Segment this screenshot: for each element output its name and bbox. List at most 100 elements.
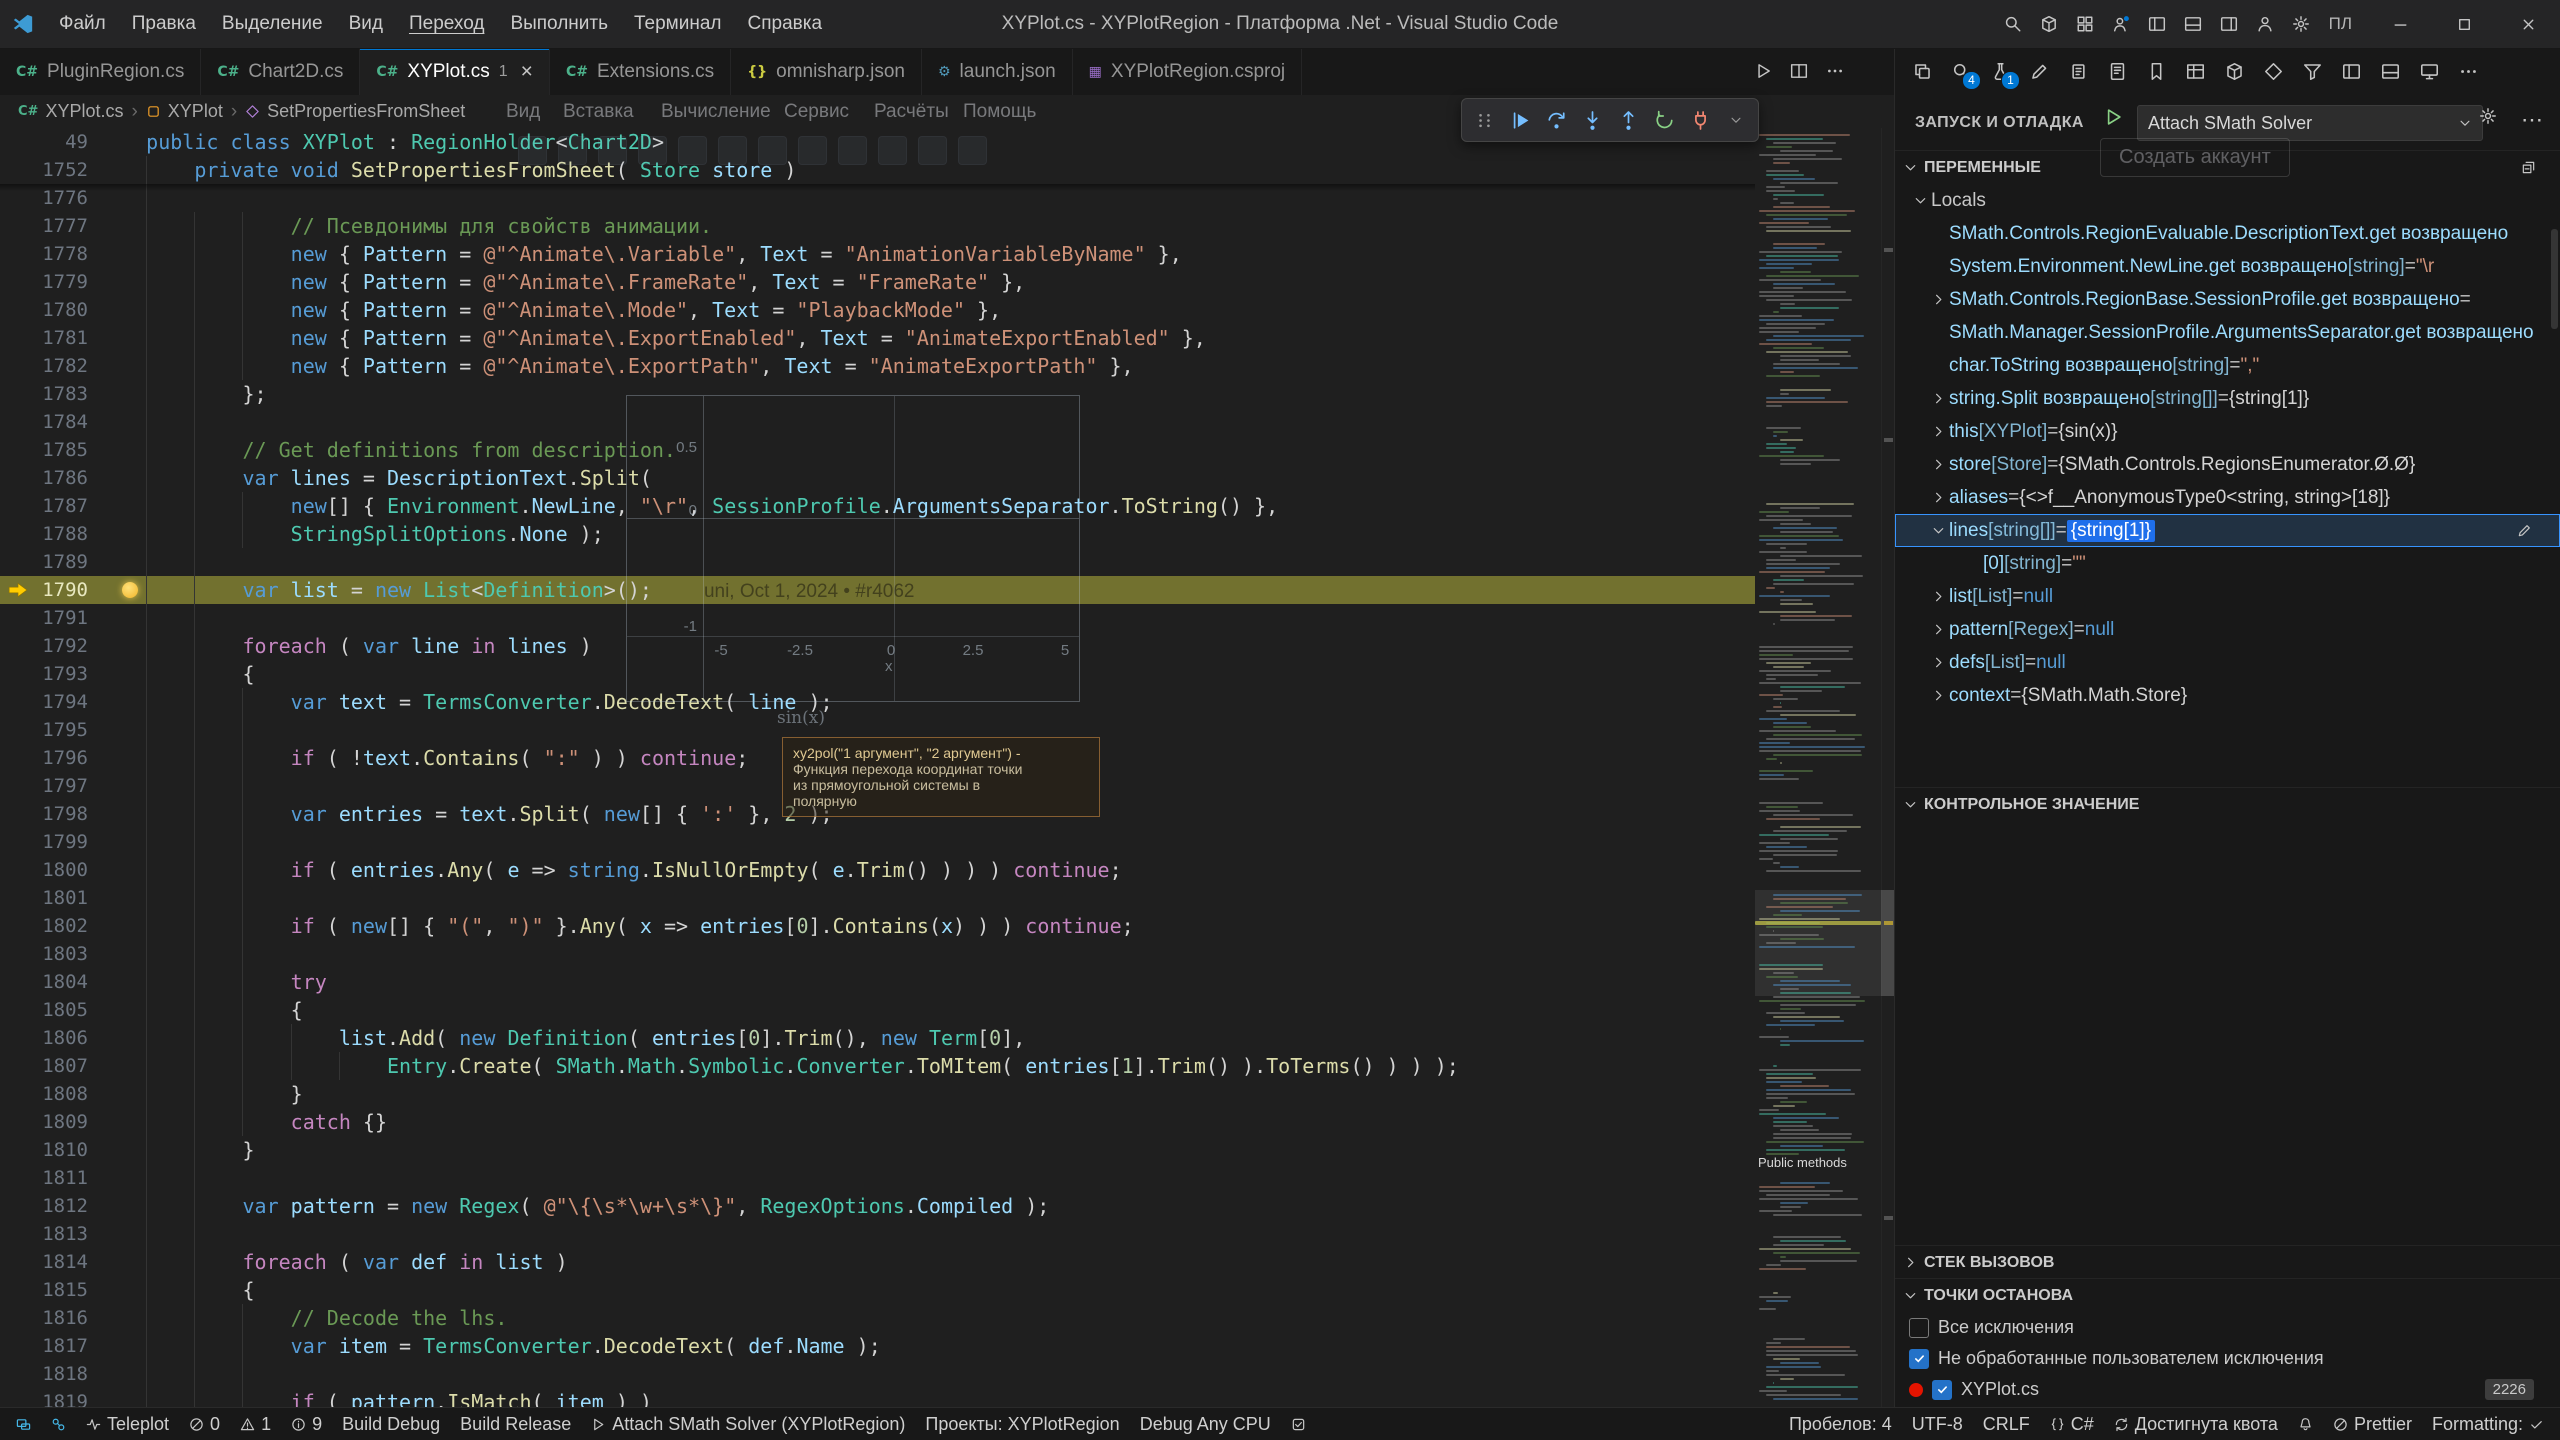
toggle-panel-icon[interactable] xyxy=(2177,8,2209,40)
code-line-1787[interactable]: 1787 new[] { Environment.NewLine, "\r", … xyxy=(0,492,1755,520)
restart-button[interactable] xyxy=(1648,104,1680,136)
minimize-button[interactable] xyxy=(2368,0,2432,48)
line-number[interactable]: 1788 xyxy=(0,520,88,548)
code-line-1789[interactable]: 1789 xyxy=(0,548,1755,576)
line-number[interactable]: 1787 xyxy=(0,492,88,520)
line-number[interactable]: 1800 xyxy=(0,856,88,884)
configure-gear-icon[interactable] xyxy=(2479,107,2497,125)
status-warnings-count[interactable]: 1 xyxy=(230,1408,281,1440)
editor-actions-more-button[interactable] xyxy=(1818,54,1852,88)
activity-edit[interactable] xyxy=(2022,55,2056,89)
line-number[interactable]: 1793 xyxy=(0,660,88,688)
code-line-1803[interactable]: 1803 xyxy=(0,940,1755,968)
minimap[interactable]: Public methods xyxy=(1755,128,1881,1408)
variable-row-12[interactable]: pattern [Regex] = null xyxy=(1895,613,2560,646)
variable-row-0[interactable]: SMath.Controls.RegionEvaluable.Descripti… xyxy=(1895,217,2560,250)
tab-XYPlot.cs[interactable]: C#XYPlot.cs1× xyxy=(360,48,550,95)
code-line-1810[interactable]: 1810 } xyxy=(0,1136,1755,1164)
line-number[interactable]: 1798 xyxy=(0,800,88,828)
sidebar-more-button[interactable]: ⋯ xyxy=(2521,107,2543,133)
line-number[interactable]: 1783 xyxy=(0,380,88,408)
status-quota-status[interactable]: Достигнута квота xyxy=(2104,1408,2288,1440)
debug-config-dropdown[interactable]: Attach SMath Solver xyxy=(2137,105,2483,141)
code-line-1807[interactable]: 1807 Entry.Create( SMath.Math.Symbolic.C… xyxy=(0,1052,1755,1080)
step-out-button[interactable] xyxy=(1612,104,1644,136)
code-line-1819[interactable]: 1819 if ( pattern.IsMatch( item ) ) xyxy=(0,1388,1755,1408)
toggle-sidebar-icon[interactable] xyxy=(2141,8,2173,40)
menu-Выполнить[interactable]: Выполнить xyxy=(497,0,621,48)
code-line-1784[interactable]: 1784 xyxy=(0,408,1755,436)
line-number[interactable]: 1817 xyxy=(0,1332,88,1360)
tab-launch.json[interactable]: ⚙launch.json xyxy=(922,48,1073,95)
variable-row-14[interactable]: context = {SMath.Math.Store} xyxy=(1895,679,2560,712)
activity-layout-bottom[interactable] xyxy=(2373,55,2407,89)
code-line-1804[interactable]: 1804 try xyxy=(0,968,1755,996)
status-projects[interactable]: Проекты: XYPlotRegion xyxy=(915,1408,1129,1440)
code-line-1776[interactable]: 1776 xyxy=(0,184,1755,212)
line-number[interactable]: 1799 xyxy=(0,828,88,856)
variable-row-3[interactable]: SMath.Manager.SessionProfile.ArgumentsSe… xyxy=(1895,316,2560,349)
variable-row-1[interactable]: System.Environment.NewLine.get возвращен… xyxy=(1895,250,2560,283)
line-number[interactable]: 49 xyxy=(0,128,88,156)
code-line-1813[interactable]: 1813 xyxy=(0,1220,1755,1248)
status-formatting-status[interactable]: Formatting: xyxy=(2422,1408,2554,1440)
variable-row-4[interactable]: char.ToString возвращено [string] = "," xyxy=(1895,349,2560,382)
lightbulb-icon[interactable] xyxy=(122,582,138,598)
code-line-1816[interactable]: 1816 // Decode the lhs. xyxy=(0,1304,1755,1332)
line-number[interactable]: 1786 xyxy=(0,464,88,492)
breadcrumb-item-SetPropertiesFromSheet[interactable]: SetPropertiesFromSheet xyxy=(245,101,465,122)
search-icon[interactable] xyxy=(1997,8,2029,40)
variable-row-9[interactable]: lines [string[]] = {string[1]} xyxy=(1895,514,2560,547)
section-variables[interactable]: ПЕРЕМЕННЫЕ xyxy=(1895,150,2560,184)
status-indentation[interactable]: Пробелов: 4 xyxy=(1779,1408,1902,1440)
breakpoint-row-0[interactable]: Все исключения xyxy=(1895,1312,2560,1343)
debug-options-dropdown[interactable] xyxy=(1720,104,1752,136)
code-line-1779[interactable]: 1779 new { Pattern = @"^Animate\.FrameRa… xyxy=(0,268,1755,296)
activity-remote-screen[interactable] xyxy=(2412,55,2446,89)
activity-extensions[interactable] xyxy=(2217,55,2251,89)
status-prettier[interactable]: Prettier xyxy=(2323,1408,2422,1440)
line-number[interactable]: 1791 xyxy=(0,604,88,632)
activity-more-views[interactable] xyxy=(2451,55,2485,89)
status-debug-session[interactable]: Attach SMath Solver (XYPlotRegion) xyxy=(581,1408,915,1440)
code-line-1795[interactable]: 1795 xyxy=(0,716,1755,744)
line-number[interactable]: 1797 xyxy=(0,772,88,800)
activity-explorer[interactable] xyxy=(1905,55,1939,89)
line-number[interactable]: 1796 xyxy=(0,744,88,772)
line-number[interactable]: 1804 xyxy=(0,968,88,996)
line-number[interactable]: 1784 xyxy=(0,408,88,436)
status-teleplot[interactable]: Teleplot xyxy=(76,1408,179,1440)
run-button[interactable] xyxy=(1746,54,1780,88)
sidebar-scrollbar[interactable] xyxy=(2551,229,2558,329)
line-number[interactable]: 1806 xyxy=(0,1024,88,1052)
code-line-1808[interactable]: 1808 } xyxy=(0,1080,1755,1108)
continue-button[interactable] xyxy=(1504,104,1536,136)
line-number[interactable]: 1801 xyxy=(0,884,88,912)
code-line-1799[interactable]: 1799 xyxy=(0,828,1755,856)
accounts-icon[interactable] xyxy=(2249,8,2281,40)
activity-clipboard[interactable] xyxy=(2061,55,2095,89)
menu-Справка[interactable]: Справка xyxy=(735,0,836,48)
code-line-1782[interactable]: 1782 new { Pattern = @"^Animate\.ExportP… xyxy=(0,352,1755,380)
disconnect-button[interactable] xyxy=(1684,104,1716,136)
account-badge-icon[interactable] xyxy=(2105,8,2137,40)
code-line-1798[interactable]: 1798 var entries = text.Split( new[] { '… xyxy=(0,800,1755,828)
line-number[interactable]: 1752 xyxy=(0,156,88,184)
line-number[interactable]: 1781 xyxy=(0,324,88,352)
code-line-1794[interactable]: 1794 var text = TermsConverter.DecodeTex… xyxy=(0,688,1755,716)
tab-PluginRegion.cs[interactable]: C#PluginRegion.cs xyxy=(0,48,201,95)
extensions-icon[interactable] xyxy=(2033,8,2065,40)
line-number[interactable]: 1819 xyxy=(0,1388,88,1408)
code-line-1790[interactable]: 1790 var list = new List<Definition>();u… xyxy=(0,576,1755,604)
code-area[interactable]: 49 public class XYPlot : RegionHolder<Ch… xyxy=(0,128,1755,1408)
line-number[interactable]: 1782 xyxy=(0,352,88,380)
code-line-1801[interactable]: 1801 xyxy=(0,884,1755,912)
line-number[interactable]: 1810 xyxy=(0,1136,88,1164)
status-remote-icon[interactable] xyxy=(6,1408,41,1440)
line-number[interactable]: 1813 xyxy=(0,1220,88,1248)
status-build-configuration[interactable]: Debug Any CPU xyxy=(1130,1408,1281,1440)
line-number[interactable]: 1816 xyxy=(0,1304,88,1332)
line-number[interactable]: 1777 xyxy=(0,212,88,240)
activity-notes[interactable] xyxy=(2100,55,2134,89)
activity-testing[interactable]: 1 xyxy=(1983,55,2017,89)
